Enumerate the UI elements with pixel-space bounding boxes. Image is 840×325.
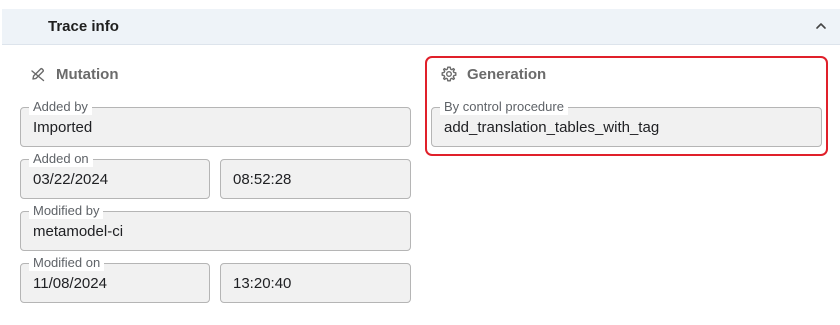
modified-on-date-field[interactable]: Modified on 11/08/2024 xyxy=(20,255,210,303)
added-on-date-value: 03/22/2024 xyxy=(33,171,109,188)
added-on-time-field[interactable]: 08:52:28 xyxy=(220,159,411,199)
added-by-field[interactable]: Added by Imported xyxy=(20,99,411,147)
added-by-value: Imported xyxy=(33,119,93,136)
modified-by-field[interactable]: Modified by metamodel-ci xyxy=(20,203,411,251)
modified-on-time-field[interactable]: 13:20:40 xyxy=(220,263,411,303)
added-on-date-field[interactable]: Added on 03/22/2024 xyxy=(20,151,210,199)
highlight-box xyxy=(425,56,828,156)
panel-title: Trace info xyxy=(48,18,119,35)
modified-on-time-value: 13:20:40 xyxy=(233,275,292,292)
mutation-title-label: Mutation xyxy=(56,65,119,83)
chevron-up-icon[interactable] xyxy=(814,19,828,33)
added-on-time-value: 08:52:28 xyxy=(233,171,292,188)
added-on-label: Added on xyxy=(29,151,93,167)
mutation-section-title: Mutation xyxy=(29,65,118,83)
modified-on-date-value: 11/08/2024 xyxy=(33,275,107,292)
added-by-label: Added by xyxy=(29,99,92,115)
modified-by-label: Modified by xyxy=(29,203,104,219)
modified-by-value: metamodel-ci xyxy=(33,223,124,240)
modified-on-label: Modified on xyxy=(29,255,105,271)
trace-info-header[interactable]: Trace info xyxy=(2,9,840,45)
pencil-slash-icon xyxy=(29,65,47,83)
